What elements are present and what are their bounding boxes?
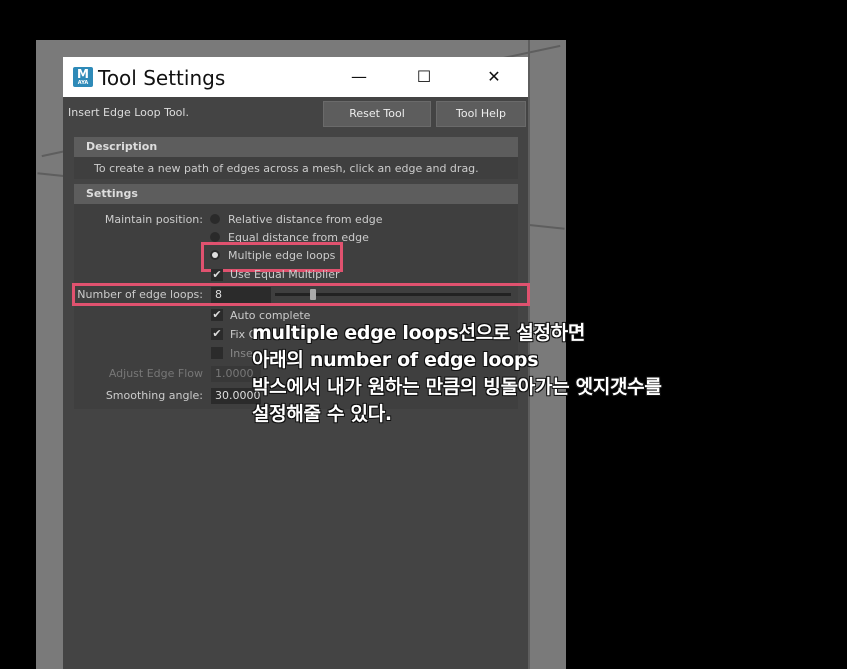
radio-equal-distance[interactable] — [210, 232, 220, 242]
radio-label-relative-distance: Relative distance from edge — [228, 213, 383, 226]
smoothing-angle-label: Smoothing angle: — [105, 389, 203, 402]
maintain-position-label: Maintain position: — [104, 213, 203, 226]
maya-app-icon: M AYA — [73, 67, 93, 87]
fix-checkbox[interactable]: ✔ — [211, 328, 223, 340]
description-section-header[interactable]: Description — [74, 137, 518, 157]
settings-section-header[interactable]: Settings — [74, 184, 518, 204]
use-equal-multiplier-label: Use Equal Multiplier — [230, 268, 340, 281]
insert-checkbox[interactable] — [211, 347, 223, 359]
use-equal-multiplier-checkbox[interactable]: ✔ — [211, 269, 223, 281]
description-section-body: To create a new path of edges across a m… — [74, 157, 518, 179]
window-title: Tool Settings — [98, 66, 226, 90]
description-text: To create a new path of edges across a m… — [94, 162, 479, 175]
radio-relative-distance[interactable] — [210, 214, 220, 224]
highlight-box-num-edge-loops — [72, 283, 530, 306]
adjust-edge-flow-label: Adjust Edge Flow — [108, 367, 203, 380]
insert-label: Inse — [230, 347, 253, 360]
tool-help-button[interactable]: Tool Help — [436, 101, 526, 127]
annotation-overlay-text: multiple edge loops선으로 설정하면 아래의 number o… — [252, 322, 662, 425]
minimize-icon[interactable]: — — [344, 63, 374, 91]
maximize-icon[interactable]: ☐ — [409, 63, 439, 91]
title-bar: M AYA Tool Settings — ☐ ✕ — [63, 57, 528, 97]
auto-complete-checkbox[interactable]: ✔ — [211, 309, 223, 321]
reset-tool-button[interactable]: Reset Tool — [323, 101, 431, 127]
close-icon[interactable]: ✕ — [479, 63, 509, 91]
tool-name-label: Insert Edge Loop Tool. — [68, 106, 189, 119]
